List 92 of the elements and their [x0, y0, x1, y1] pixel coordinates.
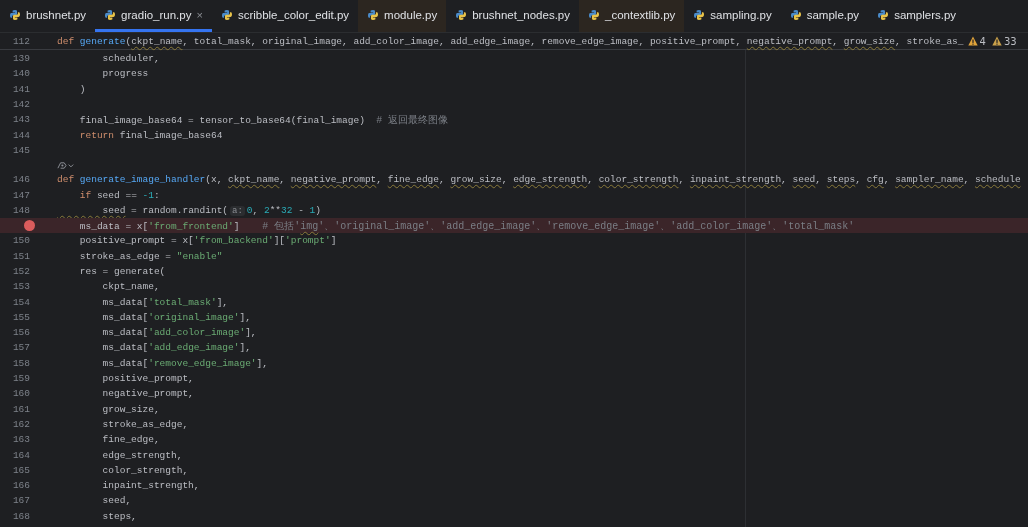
python-file-icon [9, 8, 21, 21]
line-number: 143 [12, 114, 30, 126]
python-file-icon [789, 8, 802, 21]
line-number: 147 [12, 189, 30, 201]
line-number: 167 [12, 495, 30, 507]
line-number: 145 [12, 144, 30, 156]
file-tab[interactable]: sample.py [780, 0, 869, 32]
line-number: 159 [12, 373, 30, 385]
code-line: ms_data['original_image'], [101, 311, 251, 323]
breakpoint-icon[interactable] [24, 220, 35, 232]
code-line: negative_prompt, [101, 388, 194, 400]
code-line: grow_size, [101, 403, 160, 415]
line-number: 140 [12, 68, 30, 80]
code-line: fine_edge, [101, 434, 160, 446]
code-line: ms_data = x['from_frontend'] # 包括'img'、'original_image'、'add_edge_image'、'remove_edge_image'、'add_color_image'、'total_mask' [78, 219, 855, 233]
line-number: 166 [12, 480, 30, 492]
python-file-icon [220, 8, 233, 21]
line-number: 156 [12, 327, 30, 339]
close-icon[interactable]: × [196, 8, 203, 21]
code-line: ) [78, 83, 86, 95]
code-line: ckpt_name, [101, 281, 160, 293]
inlay-icon[interactable] [57, 160, 75, 170]
tab-label: gradio_run.py [121, 8, 192, 21]
tab-label: brushnet_nodes.py [472, 8, 570, 21]
line-number: 154 [12, 296, 30, 308]
code-line: final_image_base64 = tensor_to_base64(final_image) # 返回最终图像 [78, 113, 449, 127]
line-number: 142 [12, 99, 30, 111]
file-tab[interactable]: brushnet_nodes.py [446, 0, 579, 32]
code-line: def generate(ckpt_name, total_mask, original_image, add_color_image, add_edge_image, remove_edge_image, positive_prompt, negative_prompt, grow_size, stroke_as_ [57, 35, 964, 47]
code-line: ms_data['remove_edge_image'], [101, 357, 268, 369]
line-number: 112 [11, 35, 31, 47]
line-number: 141 [12, 83, 30, 95]
code-line: ms_data['add_edge_image'], [101, 342, 251, 354]
line-number: 160 [12, 388, 30, 400]
tab-label: sample.py [806, 8, 860, 21]
file-tab[interactable]: _contextlib.py [579, 0, 685, 32]
code-line: stroke_as_edge = "enable" [78, 250, 223, 262]
code-line: def generate_image_handler(x, ckpt_name, negative_prompt, fine_edge, grow_size, edge_strength, color_strength, inpaint_strength, seed, steps, cfg, sampler_name, schedule [57, 174, 1021, 186]
code-line: ms_data['total_mask'], [101, 296, 229, 308]
tab-label: sampling.py [710, 8, 772, 21]
line-number: 161 [12, 403, 30, 415]
code-line: progress [101, 68, 149, 80]
code-line: steps, [101, 510, 137, 522]
code-line: if seed == -1: [78, 189, 160, 201]
python-file-icon [877, 8, 890, 21]
file-tab[interactable]: brushnet.py [0, 0, 96, 32]
warning-icon[interactable] [967, 36, 978, 46]
code-line: seed = random.randint( a: 0, 2**32 - 1) [101, 204, 321, 216]
python-file-icon [367, 8, 380, 21]
warning-icon[interactable] [991, 36, 1002, 46]
line-number: 146 [12, 174, 30, 186]
line-number: 150 [12, 235, 30, 247]
line-number: 163 [12, 434, 30, 446]
line-number: 165 [12, 464, 30, 476]
line-number: 152 [12, 266, 30, 277]
code-line: res = generate( [78, 266, 166, 277]
warning-count: 33 [1003, 35, 1017, 47]
code-line: scheduler, [101, 53, 160, 65]
tab-label: samplers.py [894, 8, 957, 21]
line-number: 153 [12, 281, 30, 293]
line-number: 155 [12, 311, 30, 323]
code-line: positive_prompt, [101, 373, 194, 385]
warning-count: 4 [979, 35, 986, 47]
file-tab[interactable]: samplers.py [868, 0, 966, 32]
python-file-icon [455, 8, 468, 21]
python-file-icon [104, 8, 117, 21]
tab-label: brushnet.py [26, 8, 87, 21]
line-number: 139 [12, 53, 30, 65]
tab-label: module.py [384, 8, 438, 21]
code-line: positive_prompt = x['from_backend']['prompt'] [78, 235, 337, 247]
line-number: 148 [12, 204, 30, 216]
file-tab[interactable]: sampling.py [684, 0, 781, 32]
tab-label: scribble_color_edit.py [237, 8, 350, 21]
code-line: return final_image_base64 [78, 129, 223, 141]
line-number: 168 [12, 510, 30, 522]
line-number: 164 [12, 449, 30, 461]
code-line: stroke_as_edge, [101, 418, 189, 430]
line-number: 162 [12, 418, 30, 430]
code-line: edge_strength, [101, 449, 183, 461]
file-tab[interactable]: scribble_color_edit.py [211, 0, 359, 32]
line-number: 157 [12, 342, 30, 354]
file-tab[interactable]: module.py [358, 0, 447, 32]
line-number: 151 [12, 250, 30, 262]
tab-label: _contextlib.py [605, 8, 676, 21]
line-number: 144 [12, 129, 30, 141]
python-file-icon [588, 8, 600, 21]
code-line: color_strength, [101, 464, 189, 476]
code-line: ms_data['add_color_image'], [101, 327, 257, 339]
code-line: inpaint_strength, [101, 480, 200, 492]
code-line: seed, [101, 495, 132, 507]
line-number: 158 [12, 357, 30, 369]
python-file-icon [693, 8, 706, 21]
